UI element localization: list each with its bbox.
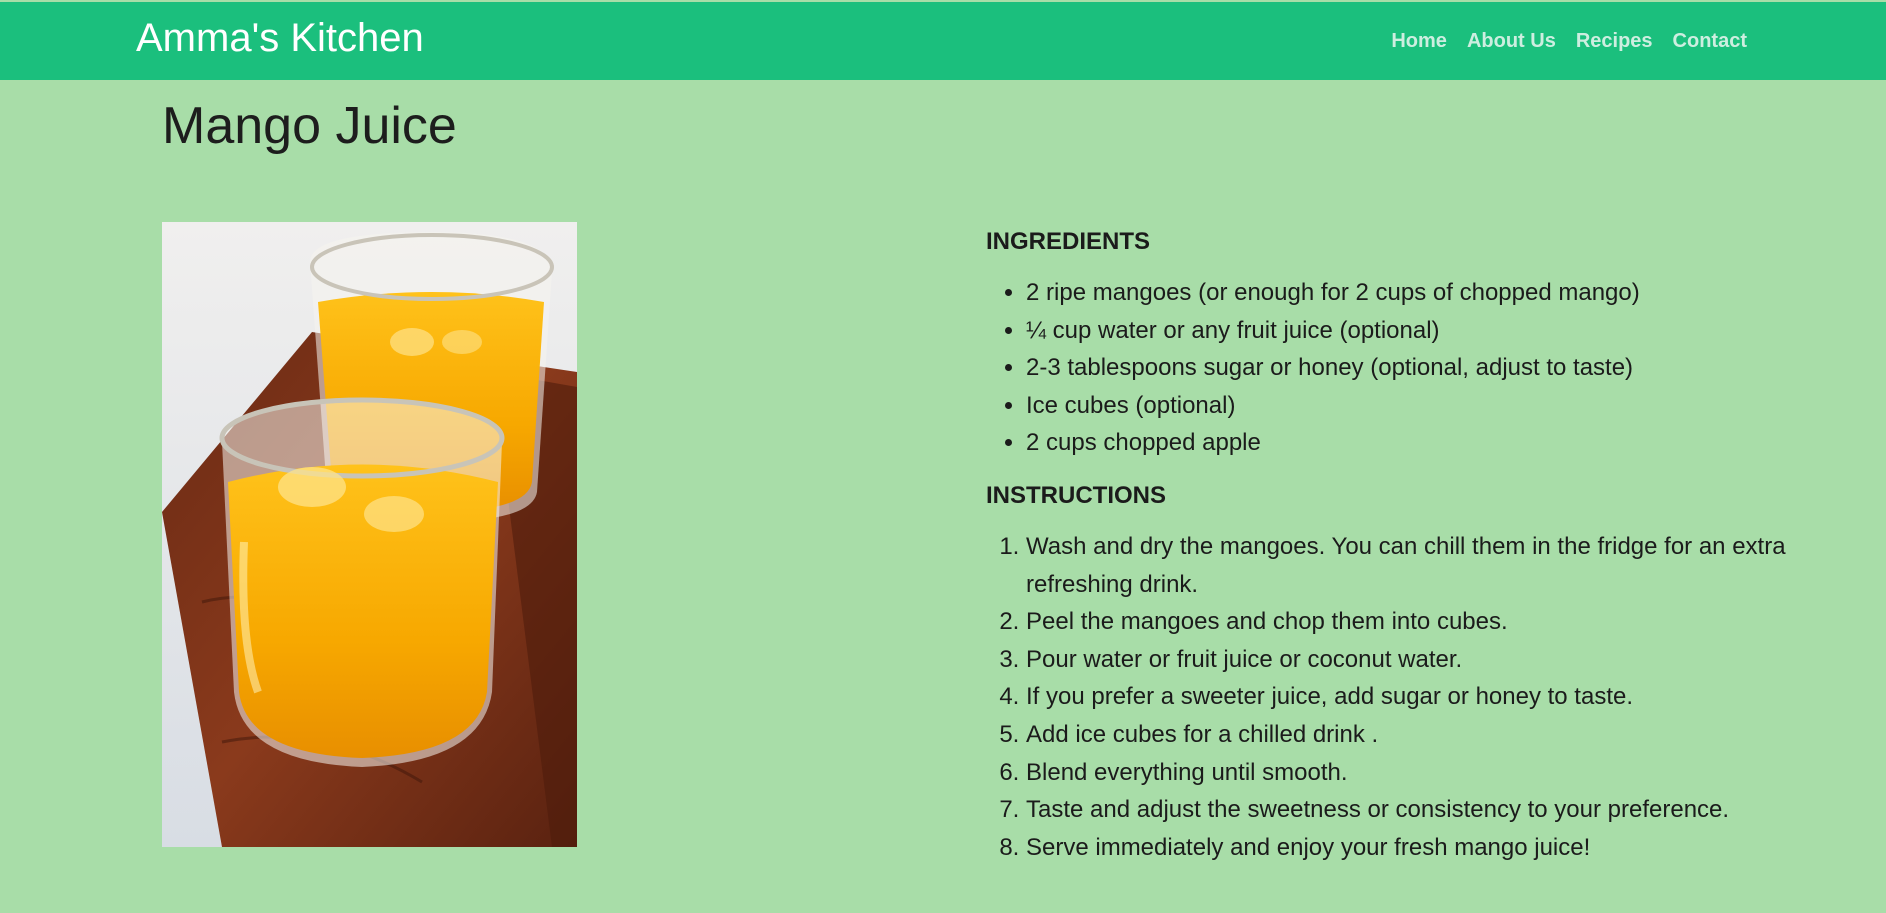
ingredients-heading: INGREDIENTS <box>986 228 1151 255</box>
instruction-step: Blend everything until smooth. <box>1026 754 1786 792</box>
ingredient-item: Ice cubes (optional) <box>1026 387 1786 425</box>
recipe-content: INGREDIENTS 2 ripe mangoes (or enough fo… <box>986 222 1786 866</box>
ingredient-item: 2 cups chopped apple <box>1026 424 1786 462</box>
navbar: Amma's Kitchen Home About Us Recipes Con… <box>0 2 1886 80</box>
ingredient-item: 2 ripe mangoes (or enough for 2 cups of … <box>1026 274 1786 312</box>
instructions-heading: INSTRUCTIONS <box>986 481 1166 509</box>
mango-juice-photo-illustration <box>162 222 577 847</box>
instruction-step: If you prefer a sweeter juice, add sugar… <box>1026 678 1786 716</box>
instruction-step: Pour water or fruit juice or coconut wat… <box>1026 641 1786 679</box>
mango-juice-photo <box>162 222 577 847</box>
instruction-step: Taste and adjust the sweetness or consis… <box>1026 791 1786 829</box>
instruction-step: Peel the mangoes and chop them into cube… <box>1026 603 1786 641</box>
ingredients-list: 2 ripe mangoes (or enough for 2 cups of … <box>986 274 1786 462</box>
nav-link-home[interactable]: Home <box>1391 30 1447 53</box>
ingredient-item: 2-3 tablespoons sugar or honey (optional… <box>1026 349 1786 387</box>
instruction-step: Wash and dry the mangoes. You can chill … <box>1026 528 1786 603</box>
instructions-list: Wash and dry the mangoes. You can chill … <box>986 528 1786 866</box>
page-title: Mango Juice <box>162 97 457 155</box>
nav-link-recipes[interactable]: Recipes <box>1576 30 1653 53</box>
instruction-step: Serve immediately and enjoy your fresh m… <box>1026 829 1786 867</box>
ingredient-item: ¼ cup water or any fruit juice (optional… <box>1026 312 1786 350</box>
brand-logo-link[interactable]: Amma's Kitchen <box>136 16 424 61</box>
instruction-step: Add ice cubes for a chilled drink . <box>1026 716 1786 754</box>
nav-links: Home About Us Recipes Contact <box>1391 30 1747 53</box>
nav-link-contact[interactable]: Contact <box>1673 30 1747 53</box>
nav-link-about-us[interactable]: About Us <box>1467 30 1556 53</box>
